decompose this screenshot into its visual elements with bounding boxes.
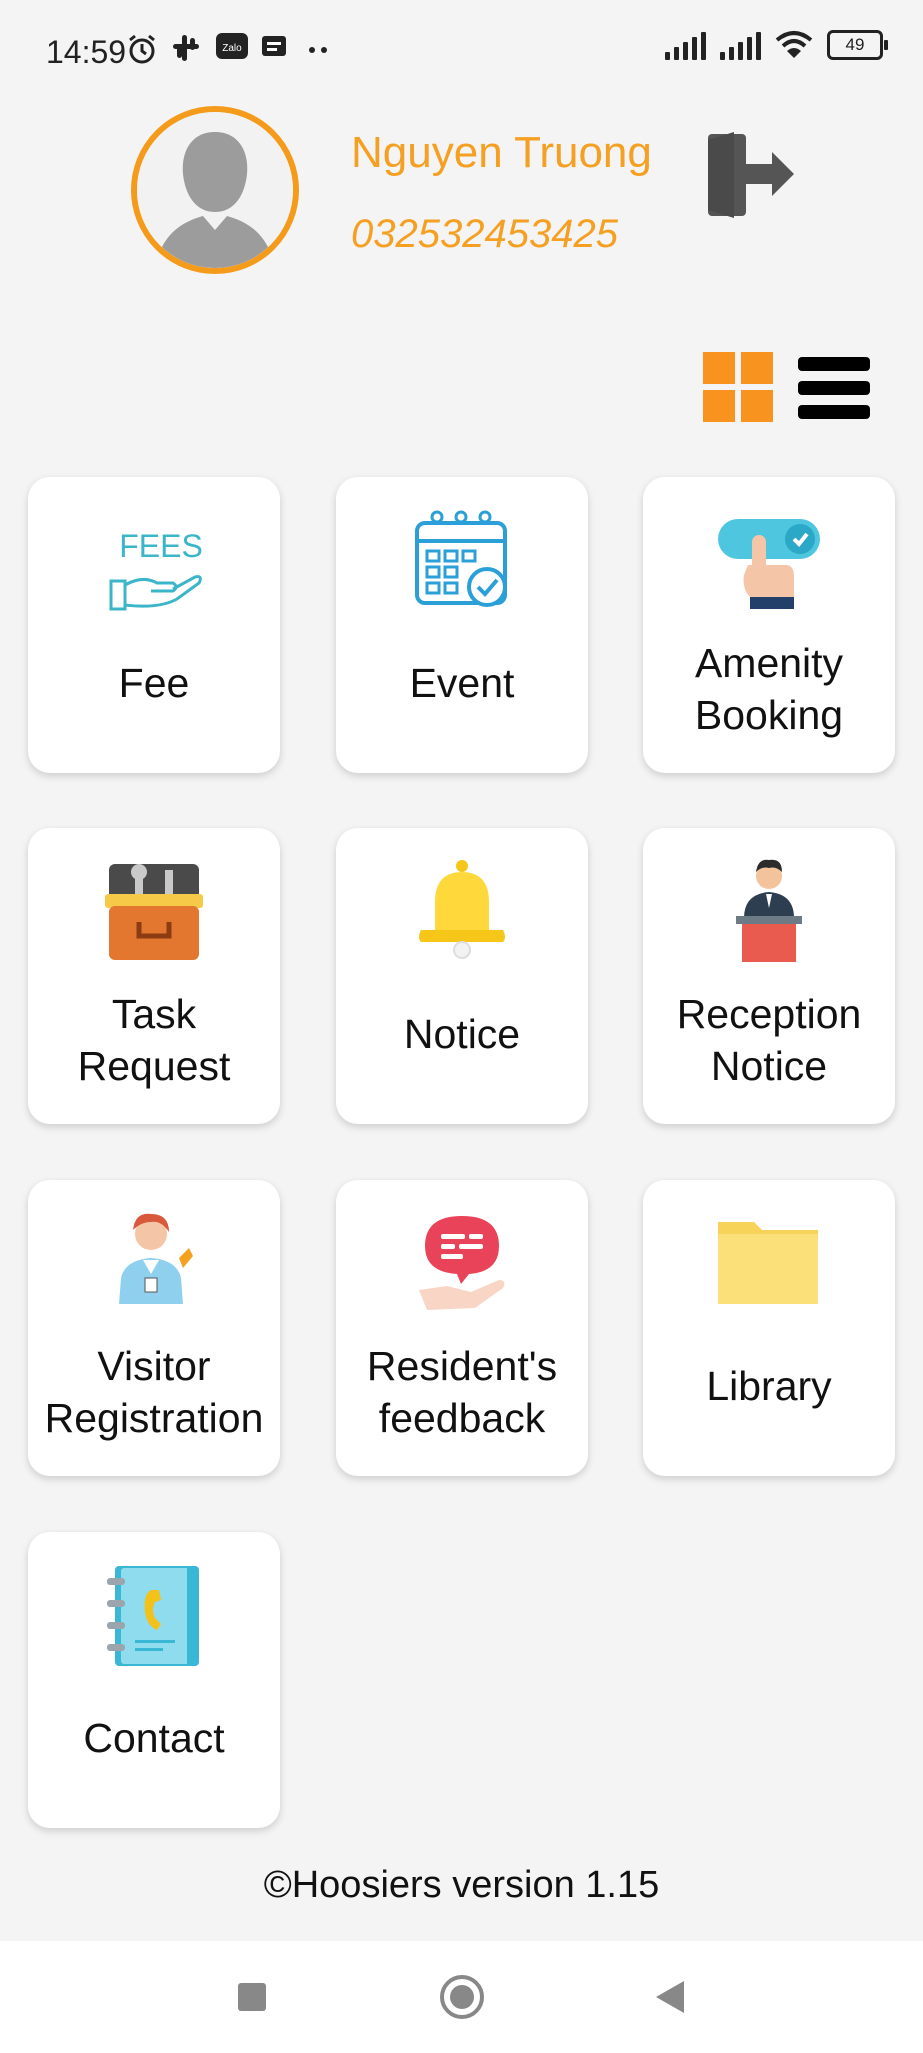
phonebook-icon: [107, 1566, 199, 1666]
user-phone: 032532453425: [351, 212, 618, 256]
back-button[interactable]: [640, 1967, 700, 2027]
reception-notice-label: Reception Notice: [676, 991, 862, 1089]
feedback-icon: [419, 1216, 505, 1310]
amenity-booking-label: Amenity Booking: [694, 640, 844, 738]
fee-tile[interactable]: FEES Fee: [28, 477, 280, 773]
alarm-icon: [129, 34, 155, 64]
amenity-booking-tile[interactable]: Amenity Booking: [643, 477, 895, 773]
signal-icon-2: [720, 30, 761, 60]
list-view-button[interactable]: [798, 355, 870, 421]
visitor-registration-label: Visitor Registration: [44, 1343, 264, 1441]
event-label: Event: [409, 660, 515, 706]
fees-icon: FEES: [109, 528, 203, 611]
battery-icon: 49: [827, 30, 888, 60]
user-name: Nguyen Truong: [351, 128, 652, 177]
visitor-icon: [119, 1213, 193, 1304]
home-circle-icon: [440, 1975, 484, 2019]
toolbox-icon: [105, 864, 203, 960]
logout-button[interactable]: [704, 130, 796, 220]
reception-notice-tile[interactable]: Reception Notice: [643, 828, 895, 1124]
bell-icon: [419, 860, 505, 959]
receptionist-icon: [736, 859, 802, 962]
grid-view-button[interactable]: [703, 352, 773, 422]
logout-icon: [708, 132, 794, 218]
contact-label: Contact: [83, 1715, 225, 1761]
task-request-tile[interactable]: Task Request: [28, 828, 280, 1124]
visitor-registration-tile[interactable]: Visitor Registration: [28, 1180, 280, 1476]
status-time: 14:59: [46, 34, 127, 70]
calendar-icon: [415, 510, 507, 607]
svg-text:Zalo: Zalo: [222, 43, 242, 54]
wifi-icon: [775, 31, 813, 58]
folder-icon: [718, 1222, 818, 1304]
resident-feedback-tile[interactable]: Resident's feedback: [336, 1180, 588, 1476]
toggle-hand-icon: [718, 519, 820, 609]
event-tile[interactable]: Event: [336, 477, 588, 773]
system-nav-bar: [0, 1941, 923, 2053]
recent-apps-button[interactable]: [222, 1967, 282, 2027]
slack-icon: [173, 35, 199, 61]
home-button[interactable]: [432, 1967, 492, 2027]
zalo-icon: Zalo: [216, 33, 248, 59]
svg-text:FEES: FEES: [119, 528, 203, 564]
contact-tile[interactable]: Contact: [28, 1532, 280, 1828]
notice-label: Notice: [403, 1011, 521, 1057]
list-icon: [798, 357, 870, 419]
message-icon: [262, 36, 286, 56]
library-label: Library: [706, 1363, 832, 1409]
signal-icon: [665, 30, 706, 60]
avatar[interactable]: [131, 106, 299, 274]
task-request-label: Task Request: [77, 991, 231, 1089]
version-text: ©Hoosiers version 1.15: [263, 1864, 660, 1906]
grid-icon: [703, 352, 773, 422]
user-silhouette-icon: [137, 112, 293, 268]
back-triangle-icon: [656, 1981, 684, 2013]
library-tile[interactable]: Library: [643, 1180, 895, 1476]
fee-label: Fee: [118, 660, 190, 706]
resident-feedback-label: Resident's feedback: [366, 1343, 558, 1441]
more-dots-icon: [309, 47, 327, 53]
status-bar: 14:59 Zalo 49: [0, 0, 923, 100]
notice-tile[interactable]: Notice: [336, 828, 588, 1124]
square-icon: [238, 1983, 266, 2011]
